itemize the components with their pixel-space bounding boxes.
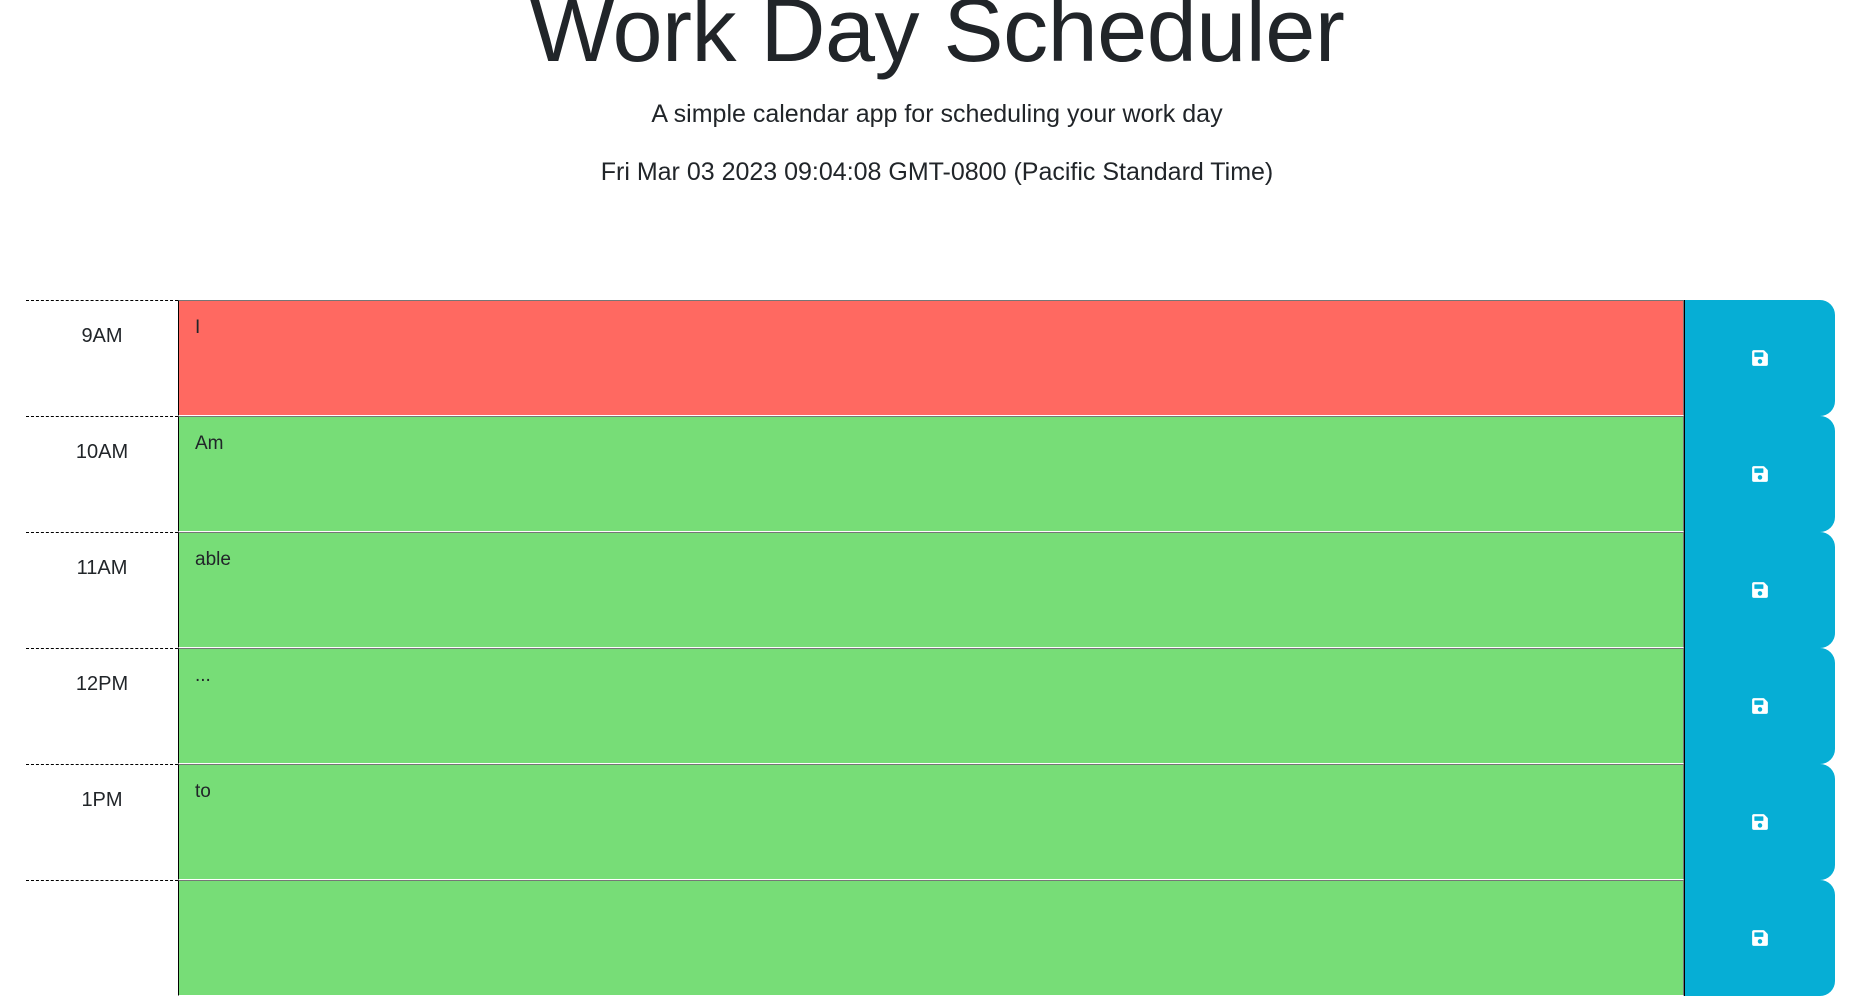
save-button[interactable] [1684,532,1835,648]
hour-label: 10AM [26,416,178,532]
save-icon [1752,814,1768,830]
save-button[interactable] [1684,764,1835,880]
save-icon [1752,930,1768,946]
save-button[interactable] [1684,416,1835,532]
event-description[interactable]: ... [178,648,1684,764]
hour-label: 11AM [26,532,178,648]
save-button[interactable] [1684,648,1835,764]
event-description[interactable]: to [178,764,1684,880]
save-icon [1752,466,1768,482]
page-subtitle: A simple calendar app for scheduling you… [651,100,1223,128]
save-icon [1752,582,1768,598]
time-block-12pm: 12PM ... [26,648,1835,764]
event-description[interactable]: I [178,300,1684,416]
time-block-11am: 11AM able [26,532,1835,648]
event-description[interactable] [178,880,1684,996]
save-button[interactable] [1684,300,1835,416]
current-day: Fri Mar 03 2023 09:04:08 GMT-0800 (Pacif… [600,158,1274,186]
time-block-1pm: 1PM to [26,764,1835,880]
hour-label: 9AM [26,300,178,416]
event-description[interactable]: able [178,532,1684,648]
hour-label: 1PM [26,764,178,880]
header: Work Day Scheduler A simple calendar app… [0,0,1874,300]
hour-label: 12PM [26,648,178,764]
save-icon [1752,350,1768,366]
page-title: Work Day Scheduler [529,0,1345,81]
save-button[interactable] [1684,880,1835,996]
hour-label [26,880,178,996]
scheduler-container: 9AM I 10AM Am 11AM able 12PM ... 1PM to [26,300,1835,996]
event-description[interactable]: Am [178,416,1684,532]
time-block-10am: 10AM Am [26,416,1835,532]
time-block-9am: 9AM I [26,300,1835,416]
save-icon [1752,698,1768,714]
time-block-next [26,880,1835,996]
